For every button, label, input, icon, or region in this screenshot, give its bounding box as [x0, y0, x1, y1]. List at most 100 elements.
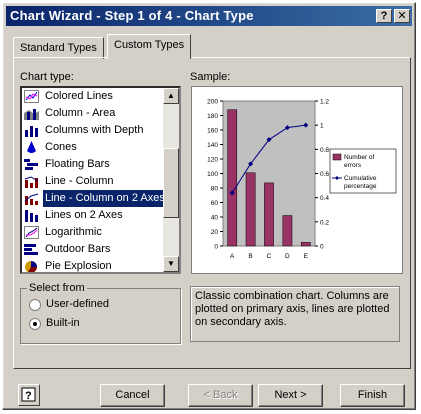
- bar: [282, 215, 293, 247]
- list-item-label: Outdoor Bars: [45, 243, 111, 255]
- sample-label: Sample:: [190, 71, 231, 83]
- cones-icon: [24, 141, 39, 154]
- tab-custom-types-label: Custom Types: [114, 39, 185, 51]
- y-tick-label: 80: [211, 186, 219, 193]
- next-label: Next >: [274, 389, 307, 401]
- x-tick-label: B: [248, 253, 252, 260]
- radio-circle[interactable]: [29, 299, 41, 311]
- legend-label-cumulative: Cumulative: [344, 175, 377, 182]
- lines-2axes-icon: [24, 209, 39, 222]
- y-tick-label: 120: [207, 157, 218, 164]
- back-button[interactable]: < Back: [188, 384, 253, 407]
- sample-chart: 0 20 40 60 80 100 120 140 160 180 200 0 0.2 0.4 0.6 0.8…: [207, 99, 397, 260]
- svg-text:?: ?: [25, 390, 32, 402]
- radio-built-in-label: Built-in: [46, 317, 80, 329]
- y2-tick-label: 1: [320, 123, 324, 130]
- y2-tick-label: 0.8: [320, 147, 329, 154]
- finish-button[interactable]: Finish: [340, 384, 405, 407]
- radio-built-in[interactable]: Built-in: [29, 316, 169, 332]
- radio-user-defined[interactable]: User-defined: [29, 297, 169, 313]
- y-tick-label: 160: [207, 128, 218, 135]
- list-item-label: Lines on 2 Axes: [45, 209, 123, 221]
- list-item-label: Cones: [45, 141, 77, 153]
- bar: [227, 109, 238, 247]
- list-item-label: Columns with Depth: [45, 124, 144, 136]
- office-assistant-icon: ?: [21, 387, 36, 402]
- tab-standard-types[interactable]: Standard Types: [13, 37, 104, 59]
- y2-tick-label: 0.4: [320, 195, 329, 202]
- cancel-button[interactable]: Cancel: [100, 384, 165, 407]
- y-tick-label: 140: [207, 142, 218, 149]
- y2-tick-label: 0: [320, 244, 324, 251]
- radio-dot-icon: [33, 322, 37, 326]
- list-item-colored-lines[interactable]: Colored Lines: [22, 88, 162, 105]
- legend-bar-swatch: [332, 153, 342, 161]
- outdoor-bars-icon: [24, 243, 39, 256]
- window-title: Chart Wizard - Step 1 of 4 - Chart Type: [10, 8, 254, 23]
- columns-depth-icon: [24, 124, 39, 137]
- pie-explosion-icon: [24, 260, 39, 272]
- select-from-group: Select from User-defined Built-in: [20, 282, 181, 344]
- radio-user-defined-label: User-defined: [46, 298, 109, 310]
- list-item-label: Pie Explosion: [45, 260, 112, 272]
- list-item-label: Line - Column on 2 Axes: [42, 189, 168, 208]
- scroll-thumb[interactable]: [163, 148, 179, 218]
- select-from-label: Select from: [27, 282, 87, 294]
- line-column-2axes-icon: [24, 192, 39, 205]
- close-button[interactable]: ✕: [394, 9, 410, 23]
- back-label: < Back: [203, 389, 238, 401]
- list-item-logarithmic[interactable]: Logarithmic: [22, 224, 162, 241]
- line-column-icon: [24, 175, 39, 188]
- tab-standard-types-label: Standard Types: [20, 42, 97, 54]
- y2-tick-label: 1.2: [320, 99, 329, 106]
- list-item-line-column-on-2-axes[interactable]: Line - Column on 2 Axes: [22, 189, 168, 208]
- list-item-outdoor-bars[interactable]: Outdoor Bars: [22, 241, 162, 258]
- legend-label-errors: Number of: [344, 154, 375, 161]
- x-tick-label: A: [230, 253, 235, 260]
- radio-circle-checked[interactable]: [29, 318, 41, 330]
- list-item-label: Colored Lines: [45, 90, 113, 102]
- title-bar[interactable]: Chart Wizard - Step 1 of 4 - Chart Type …: [6, 6, 412, 26]
- y-tick-label: 200: [207, 99, 218, 106]
- tab-custom-types[interactable]: Custom Types: [107, 34, 192, 59]
- bar: [264, 182, 274, 247]
- scroll-up-arrow-icon[interactable]: ▲: [163, 88, 179, 104]
- list-item-column-area[interactable]: Column - Area: [22, 105, 162, 122]
- list-item-cones[interactable]: Cones: [22, 139, 162, 156]
- list-item-floating-bars[interactable]: Floating Bars: [22, 156, 162, 173]
- bar: [245, 172, 256, 247]
- next-button[interactable]: Next >: [258, 384, 323, 407]
- y-tick-label: 40: [211, 215, 219, 222]
- logarithmic-icon: [24, 226, 39, 239]
- list-item-label: Logarithmic: [45, 226, 102, 238]
- y-tick-label: 20: [211, 229, 219, 236]
- chart-type-list[interactable]: Colored Lines Column - Area Columns with…: [20, 86, 181, 274]
- list-item-pie-explosion[interactable]: Pie Explosion: [22, 258, 162, 272]
- chart-description: Classic combination chart. Columns are p…: [190, 286, 400, 342]
- y-tick-label: 100: [207, 171, 218, 178]
- colored-lines-icon: [24, 90, 39, 103]
- cancel-label: Cancel: [115, 389, 150, 401]
- floating-bars-icon: [24, 158, 39, 171]
- title-help-button[interactable]: ?: [376, 9, 392, 23]
- sample-preview: 0 20 40 60 80 100 120 140 160 180 200 0 0.2 0.4 0.6 0.8…: [191, 86, 403, 274]
- y2-tick-label: 0.2: [320, 219, 329, 226]
- y-tick-label: 0: [214, 244, 218, 251]
- list-item-label: Floating Bars: [45, 158, 110, 170]
- x-tick-label: E: [304, 253, 309, 260]
- y-tick-label: 60: [211, 200, 219, 207]
- y-tick-label: 180: [207, 113, 218, 120]
- y2-tick-label: 0.6: [320, 171, 329, 178]
- list-item-label: Column - Area: [45, 107, 116, 119]
- scroll-down-arrow-icon[interactable]: ▼: [163, 256, 179, 272]
- list-item-columns-with-depth[interactable]: Columns with Depth: [22, 122, 162, 139]
- list-item-label: Line - Column: [45, 175, 114, 187]
- bar: [300, 242, 311, 247]
- list-scrollbar[interactable]: ▲ ▼: [163, 88, 179, 272]
- office-assistant-button[interactable]: ?: [18, 384, 40, 406]
- column-area-icon: [24, 107, 39, 120]
- chart-type-label: Chart type:: [20, 71, 74, 83]
- finish-label: Finish: [357, 389, 388, 401]
- list-item-line-column[interactable]: Line - Column: [22, 173, 162, 190]
- list-item-lines-on-2-axes[interactable]: Lines on 2 Axes: [22, 207, 162, 224]
